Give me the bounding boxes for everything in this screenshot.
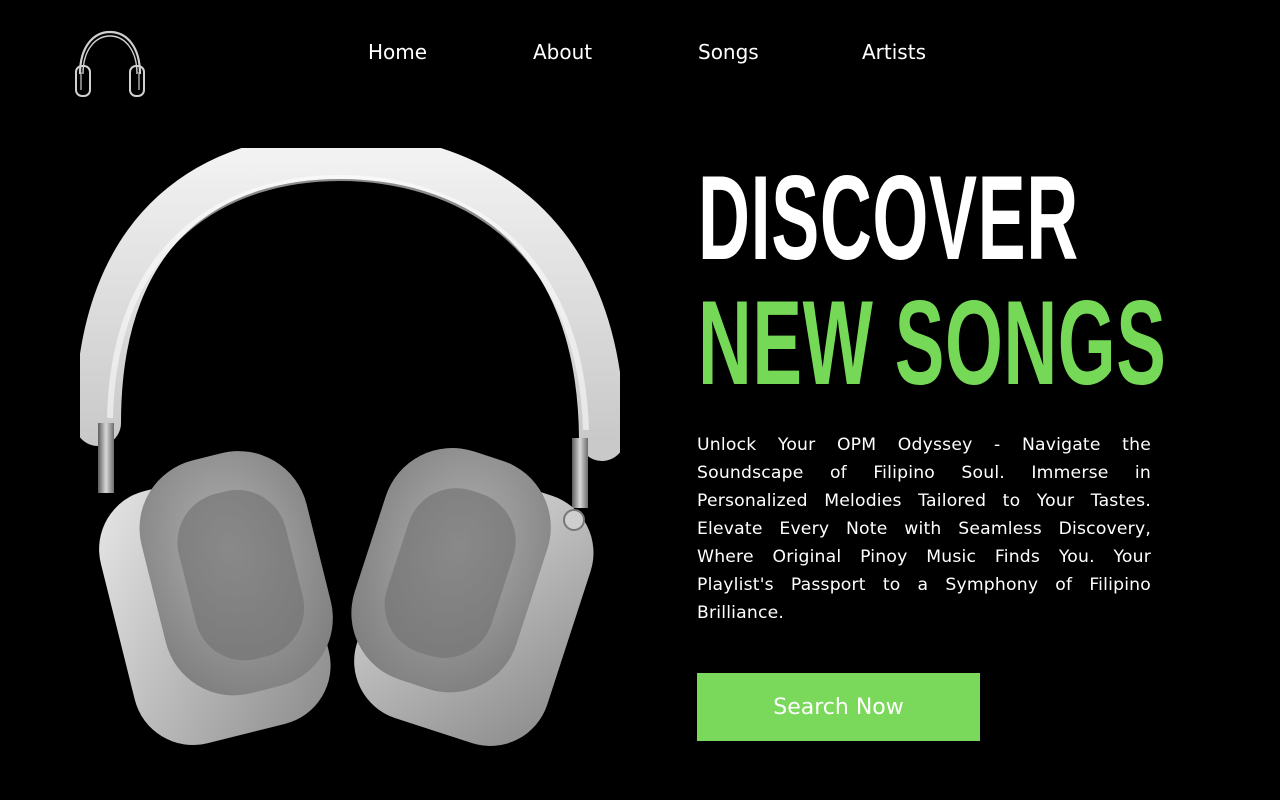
headphones-product-image [75, 132, 625, 748]
hero-description: Unlock Your OPM Odyssey - Navigate the S… [697, 435, 1151, 623]
nav-songs[interactable]: Songs [698, 38, 759, 66]
landing-page: Home About Songs Artists DISCOVER NEW SO… [0, 0, 1280, 800]
headline-line-2: NEW SONGS [698, 276, 1167, 410]
search-now-button[interactable]: Search Now [697, 673, 980, 741]
headline-line-1: DISCOVER [698, 151, 1079, 285]
headphones-icon[interactable] [72, 28, 148, 100]
nav-artists[interactable]: Artists [862, 38, 926, 66]
nav-about[interactable]: About [533, 38, 592, 66]
nav-home[interactable]: Home [368, 38, 427, 66]
